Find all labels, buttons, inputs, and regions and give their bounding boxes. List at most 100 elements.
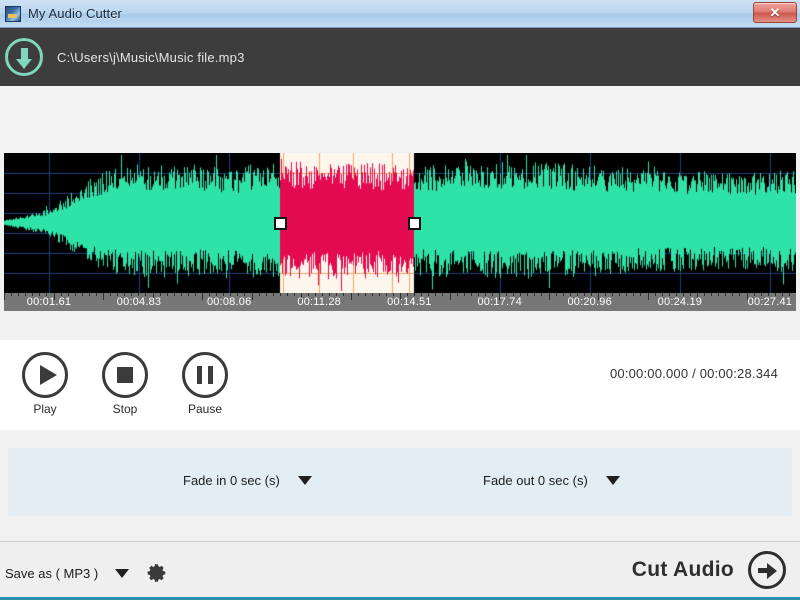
ruler-label: 00:14.51 xyxy=(387,296,431,308)
ruler-label: 00:08.06 xyxy=(207,296,251,308)
stop-icon xyxy=(117,367,133,383)
ruler-tick xyxy=(612,293,613,296)
ruler-tick xyxy=(626,293,627,296)
chevron-down-icon[interactable] xyxy=(606,476,620,485)
fade-out-label: Fade out 0 sec (s) xyxy=(483,473,588,488)
fade-in-label: Fade in 0 sec (s) xyxy=(183,473,280,488)
ruler-tick xyxy=(619,293,620,296)
audio-cutter-window: My Audio Cutter ✕ C:\Users\j\Music\Music… xyxy=(0,0,800,600)
selection-handle-left[interactable] xyxy=(274,217,287,230)
ruler-tick xyxy=(464,293,465,296)
pause-icon xyxy=(197,366,213,384)
gear-icon[interactable] xyxy=(146,562,168,584)
ruler-tick xyxy=(358,293,359,296)
ruler-tick xyxy=(633,293,634,296)
ruler-tick xyxy=(648,293,649,300)
arrow-right-icon xyxy=(748,551,786,589)
ruler-tick xyxy=(96,293,97,296)
ruler-tick xyxy=(732,293,733,296)
pause-button[interactable] xyxy=(182,352,228,398)
ruler-tick xyxy=(457,293,458,296)
ruler-tick xyxy=(725,293,726,296)
ruler-tick xyxy=(549,293,550,300)
selection-bar: Selection Start 00 : 00 : 09 . 878 End 0… xyxy=(0,86,800,152)
ruler-tick xyxy=(280,293,281,296)
cut-audio-button[interactable]: Cut Audio xyxy=(632,551,786,589)
ruler-label: 00:04.83 xyxy=(117,296,161,308)
ruler-tick xyxy=(527,293,528,296)
fade-in-control[interactable]: Fade in 0 sec (s) xyxy=(183,473,312,488)
ruler-label: 00:11.28 xyxy=(297,296,341,308)
ruler-tick xyxy=(704,293,705,296)
waveform-canvas[interactable] xyxy=(4,153,796,293)
ruler-tick xyxy=(556,293,557,296)
fade-out-control[interactable]: Fade out 0 sec (s) xyxy=(483,473,620,488)
ruler-tick xyxy=(202,293,203,300)
ruler-label: 00:27.41 xyxy=(748,296,792,308)
app-icon xyxy=(5,6,21,22)
ruler-tick xyxy=(372,293,373,296)
ruler-tick xyxy=(343,293,344,296)
chevron-down-icon[interactable] xyxy=(298,476,312,485)
close-icon: ✕ xyxy=(770,6,781,19)
file-header-bar: C:\Users\j\Music\Music file.mp3 xyxy=(0,28,800,86)
time-ruler[interactable]: 00:01.61 00:04.83 00:08.06 00:11.28 00:14.51… xyxy=(4,293,796,311)
ruler-tick xyxy=(365,293,366,296)
ruler-label: 00:20.96 xyxy=(567,296,611,308)
ruler-tick xyxy=(18,293,19,296)
ruler-tick xyxy=(640,293,641,296)
ruler-tick xyxy=(4,293,5,300)
ruler-tick xyxy=(167,293,168,296)
ruler-tick xyxy=(75,293,76,296)
selection-handle-right[interactable] xyxy=(408,217,421,230)
ruler-tick xyxy=(294,293,295,296)
ruler-tick xyxy=(181,293,182,296)
arrow-head xyxy=(16,59,32,69)
title-bar: My Audio Cutter ✕ xyxy=(0,0,800,28)
chevron-down-icon[interactable] xyxy=(115,569,129,578)
ruler-tick xyxy=(379,293,380,296)
ruler-tick xyxy=(89,293,90,296)
ruler-tick xyxy=(273,293,274,296)
ruler-tick xyxy=(718,293,719,296)
play-button[interactable] xyxy=(22,352,68,398)
ruler-tick xyxy=(711,293,712,296)
ruler-label: 00:24.19 xyxy=(658,296,702,308)
ruler-tick xyxy=(11,293,12,296)
stop-label: Stop xyxy=(90,402,160,416)
save-as-control[interactable]: Save as ( MP3 ) xyxy=(5,562,168,584)
ruler-tick xyxy=(563,293,564,296)
close-button[interactable]: ✕ xyxy=(753,2,797,23)
window-title: My Audio Cutter xyxy=(28,6,122,21)
ruler-tick xyxy=(252,293,253,300)
ruler-tick xyxy=(259,293,260,296)
ruler-tick xyxy=(739,293,740,296)
play-label: Play xyxy=(10,402,80,416)
download-arrow-icon[interactable] xyxy=(5,38,43,76)
ruler-tick xyxy=(442,293,443,296)
ruler-tick xyxy=(541,293,542,296)
ruler-tick xyxy=(655,293,656,296)
stop-button[interactable] xyxy=(102,352,148,398)
ruler-tick xyxy=(534,293,535,296)
bottom-bar: Save as ( MP3 ) Cut Audio xyxy=(0,541,800,600)
ruler-tick xyxy=(287,293,288,296)
ruler-tick xyxy=(435,293,436,296)
cut-audio-label: Cut Audio xyxy=(632,558,734,582)
ruler-tick xyxy=(188,293,189,296)
save-as-label: Save as ( MP3 ) xyxy=(5,566,98,581)
ruler-tick xyxy=(82,293,83,296)
ruler-tick xyxy=(195,293,196,296)
waveform-display[interactable]: 00:01.61 00:04.83 00:08.06 00:11.28 00:14.51… xyxy=(4,153,796,311)
transport-controls: Play Stop Pause xyxy=(0,340,800,430)
ruler-tick xyxy=(450,293,451,300)
ruler-tick xyxy=(174,293,175,296)
ruler-tick xyxy=(266,293,267,296)
ruler-tick xyxy=(110,293,111,296)
ruler-label: 00:17.74 xyxy=(477,296,521,308)
pause-label: Pause xyxy=(170,402,240,416)
ruler-tick xyxy=(103,293,104,300)
ruler-label: 00:01.61 xyxy=(27,296,71,308)
ruler-tick xyxy=(351,293,352,300)
ruler-tick xyxy=(471,293,472,296)
